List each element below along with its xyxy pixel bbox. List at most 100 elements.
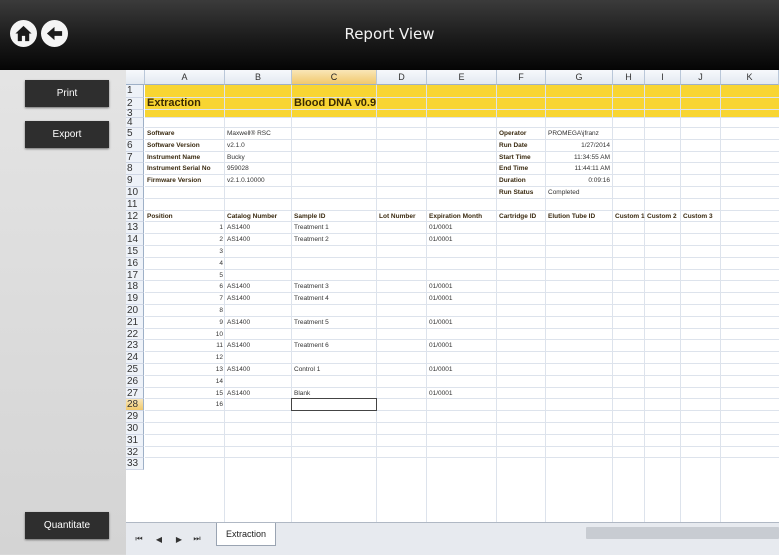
info-label: Software <box>147 129 175 137</box>
grid-line <box>145 174 779 176</box>
row-header[interactable]: 9 <box>126 175 144 187</box>
info-value: 0:09:16 <box>588 177 610 185</box>
catalog-cell: AS1400 <box>227 295 251 303</box>
row-header[interactable]: 1 <box>126 85 144 98</box>
grid-line <box>145 109 779 110</box>
row-header[interactable]: 30 <box>126 423 144 435</box>
expiration-cell: 01/0001 <box>429 224 453 232</box>
method-name: Blood DNA v0.9 <box>294 96 377 109</box>
grid-line <box>145 339 779 341</box>
row-header[interactable]: 5 <box>126 128 144 140</box>
row-header[interactable]: 31 <box>126 434 144 447</box>
column-header[interactable]: B <box>225 70 292 85</box>
column-header[interactable]: K <box>721 70 779 85</box>
row-header[interactable]: 32 <box>126 446 144 459</box>
position-cell: 5 <box>219 271 223 279</box>
row-header[interactable]: 21 <box>126 316 144 329</box>
row-header[interactable]: 26 <box>126 375 144 388</box>
grid-line <box>145 315 779 317</box>
grid-line <box>145 256 779 258</box>
expiration-cell: 01/0001 <box>429 236 453 244</box>
row-header[interactable]: 10 <box>126 187 144 199</box>
sheet-tab-extraction[interactable]: Extraction <box>216 523 276 546</box>
table-column-header: Catalog Number <box>227 212 278 220</box>
position-cell: 12 <box>215 354 223 362</box>
grid-line <box>145 209 779 211</box>
table-column-header: Custom 3 <box>683 212 713 220</box>
horizontal-scrollbar[interactable] <box>586 527 779 539</box>
row-header[interactable]: 4 <box>126 118 144 128</box>
row-header[interactable]: 19 <box>126 293 144 305</box>
info-value: PROMEGA\jfranz <box>548 129 599 137</box>
column-header[interactable]: E <box>427 70 497 85</box>
last-sheet-icon[interactable]: ⏭ <box>190 532 204 546</box>
column-header[interactable]: J <box>681 70 721 85</box>
column-header[interactable]: D <box>377 70 427 85</box>
grid-line <box>145 245 779 246</box>
first-sheet-icon[interactable]: ⏮ <box>132 532 146 546</box>
row-header[interactable]: 14 <box>126 234 144 246</box>
info-value: 1/27/2014 <box>581 141 610 149</box>
sample-id-cell: Treatment 6 <box>294 342 329 350</box>
row-header[interactable]: 24 <box>126 352 144 364</box>
row-header[interactable]: 20 <box>126 305 144 317</box>
window-title: Report View <box>344 25 435 43</box>
row-header[interactable]: 8 <box>126 163 144 176</box>
next-sheet-icon[interactable]: ▶ <box>172 532 186 546</box>
row-header[interactable]: 23 <box>126 340 144 353</box>
selected-cell[interactable] <box>291 398 377 412</box>
table-column-header: Lot Number <box>379 212 416 220</box>
column-header[interactable]: A <box>145 70 225 85</box>
column-header[interactable]: H <box>613 70 645 85</box>
print-button[interactable]: Print <box>25 80 109 107</box>
row-header[interactable]: 11 <box>126 198 144 211</box>
grid-line <box>145 374 779 376</box>
column-header[interactable]: G <box>546 70 613 85</box>
row-header[interactable]: 7 <box>126 151 144 164</box>
row-header[interactable]: 17 <box>126 269 144 282</box>
catalog-cell: AS1400 <box>227 224 251 232</box>
info-label: Run Status <box>499 188 534 196</box>
row-header[interactable]: 33 <box>126 458 144 471</box>
table-column-header: Expiration Month <box>429 212 483 220</box>
table-column-header: Custom 2 <box>647 212 677 220</box>
sample-id-cell: Treatment 2 <box>294 236 329 244</box>
grid-line <box>145 433 779 435</box>
row-header[interactable]: 13 <box>126 222 144 235</box>
row-header[interactable]: 28 <box>126 399 144 412</box>
grid-line <box>145 268 779 270</box>
expiration-cell: 01/0001 <box>429 342 453 350</box>
select-all-corner[interactable] <box>126 70 145 85</box>
sample-id-cell: Blank <box>294 389 311 397</box>
catalog-cell: AS1400 <box>227 389 251 397</box>
info-value: 11:44:11 AM <box>574 165 610 173</box>
export-button[interactable]: Export <box>25 121 109 148</box>
row-header[interactable]: 27 <box>126 387 144 400</box>
row-header[interactable]: 29 <box>126 411 144 423</box>
grid-line <box>145 150 779 152</box>
quantitate-button[interactable]: Quantitate <box>25 512 109 539</box>
prev-sheet-icon[interactable]: ◀ <box>152 532 166 546</box>
grid-line <box>145 162 779 164</box>
grid-line <box>145 363 779 364</box>
row-header[interactable]: 25 <box>126 364 144 376</box>
row-header[interactable]: 15 <box>126 246 144 258</box>
column-header[interactable]: F <box>497 70 546 85</box>
position-cell: 10 <box>215 330 223 338</box>
cell-grid[interactable]: Extraction Blood DNA v0.9 Software Maxwell®… <box>145 85 779 522</box>
row-header[interactable]: 16 <box>126 257 144 270</box>
expiration-cell: 01/0001 <box>429 389 453 397</box>
grid-line <box>145 398 779 400</box>
column-header[interactable]: C <box>292 70 377 85</box>
expiration-cell: 01/0001 <box>429 295 453 303</box>
grid-line <box>145 351 779 353</box>
row-header[interactable]: 18 <box>126 281 144 294</box>
row-header[interactable]: 6 <box>126 139 144 152</box>
row-header[interactable]: 12 <box>126 210 144 223</box>
grid-line <box>145 280 779 282</box>
position-cell: 9 <box>219 318 223 326</box>
info-label: Run Date <box>499 141 528 149</box>
column-header[interactable]: I <box>645 70 681 85</box>
row-header[interactable]: 22 <box>126 328 144 341</box>
info-value: 959028 <box>227 165 249 173</box>
